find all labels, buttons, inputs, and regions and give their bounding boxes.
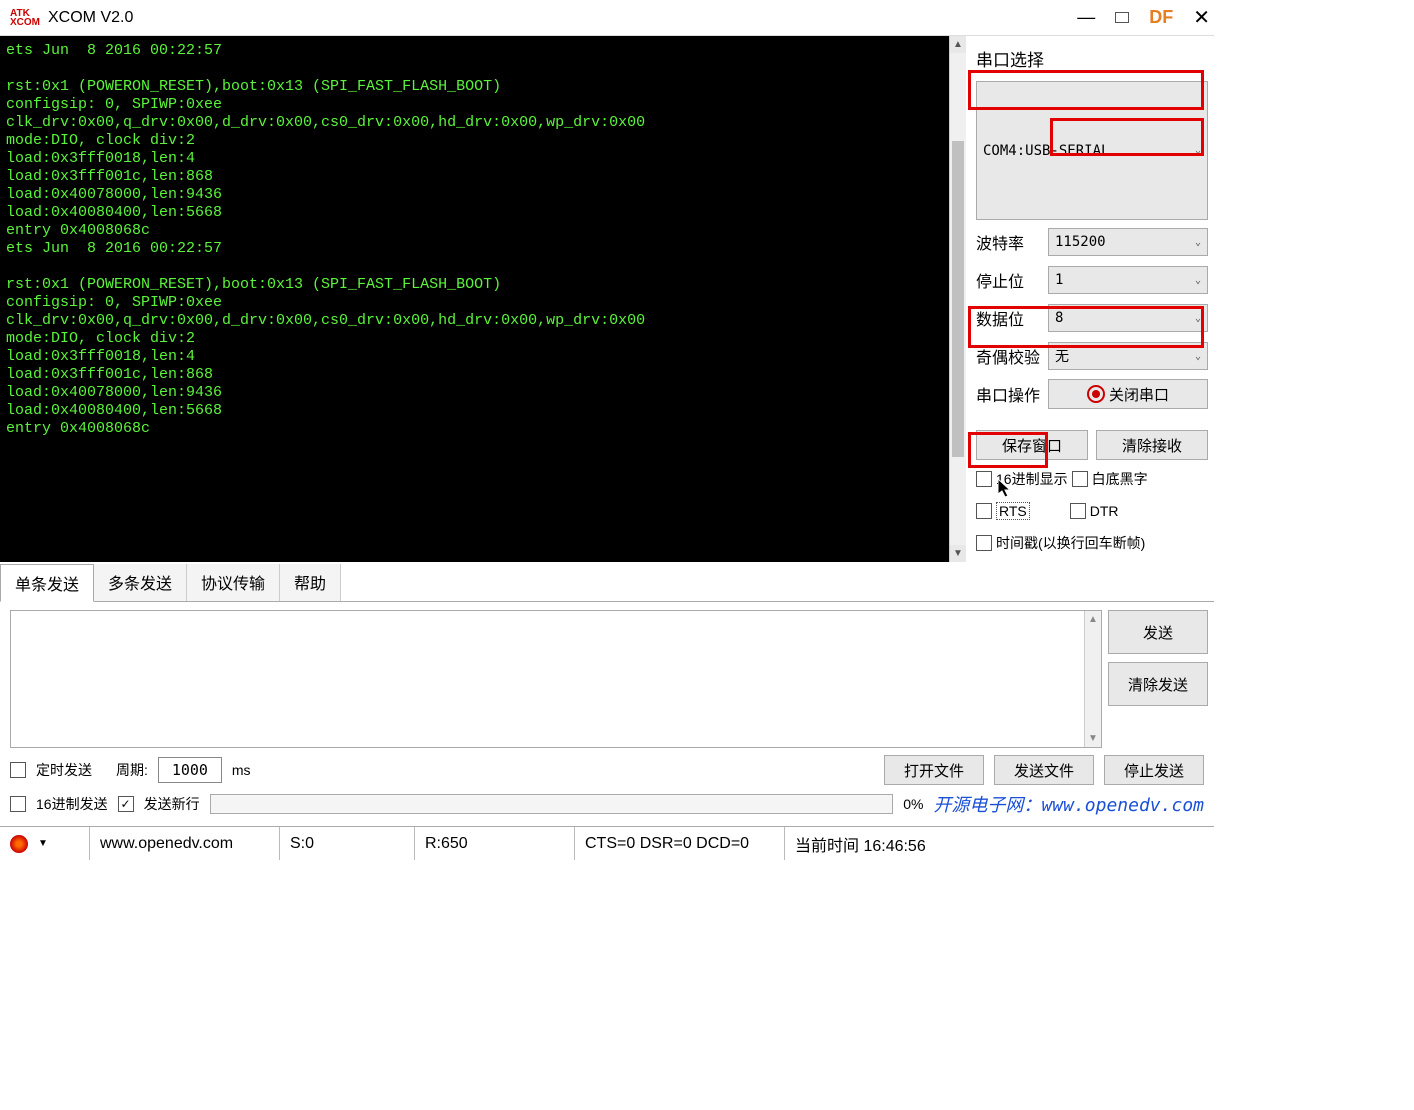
clear-recv-button[interactable]: 清除接收 bbox=[1096, 430, 1208, 460]
record-icon bbox=[1087, 385, 1105, 403]
maximize-button[interactable] bbox=[1115, 12, 1129, 23]
baud-value: 115200 bbox=[1055, 234, 1106, 250]
newline-label: 发送新行 bbox=[144, 794, 200, 814]
footer-link[interactable]: 开源电子网：www.openedv.com bbox=[933, 791, 1204, 817]
chevron-down-icon: ⌄ bbox=[1195, 351, 1201, 362]
scroll-up-icon[interactable]: ▲ bbox=[950, 36, 966, 53]
titlebar: ATKXCOM XCOM V2.0 — DF ✕ bbox=[0, 0, 1214, 36]
databits-value: 8 bbox=[1055, 310, 1063, 326]
hex-display-checkbox[interactable] bbox=[976, 471, 992, 487]
baud-label: 波特率 bbox=[976, 230, 1040, 254]
tab-bar: 单条发送 多条发送 协议传输 帮助 bbox=[0, 564, 1214, 602]
timestamp-label: 时间戳(以换行回车断帧) bbox=[996, 533, 1145, 553]
stop-send-button[interactable]: 停止发送 bbox=[1104, 755, 1204, 785]
rts-checkbox[interactable] bbox=[976, 503, 992, 519]
tab-protocol[interactable]: 协议传输 bbox=[187, 564, 280, 601]
port-section-title: 串口选择 bbox=[976, 46, 1208, 71]
timed-send-label: 定时发送 bbox=[36, 760, 92, 780]
stopbits-value: 1 bbox=[1055, 272, 1063, 288]
send-textarea[interactable]: ▲▼ bbox=[10, 610, 1102, 748]
close-port-button[interactable]: 关闭串口 bbox=[1048, 379, 1208, 409]
status-sent: S:0 bbox=[280, 827, 415, 860]
parity-label: 奇偶校验 bbox=[976, 344, 1040, 368]
timed-send-checkbox[interactable] bbox=[10, 762, 26, 778]
timestamp-checkbox[interactable] bbox=[976, 535, 992, 551]
databits-label: 数据位 bbox=[976, 306, 1040, 330]
tab-single-send[interactable]: 单条发送 bbox=[0, 564, 94, 602]
terminal-scrollbar[interactable]: ▲ ▼ bbox=[949, 36, 966, 562]
period-input[interactable] bbox=[158, 757, 222, 783]
status-recv: R:650 bbox=[415, 827, 575, 860]
port-op-label: 串口操作 bbox=[976, 382, 1040, 406]
chevron-down-icon: ⌄ bbox=[1195, 237, 1201, 248]
minimize-button[interactable]: — bbox=[1077, 7, 1095, 28]
white-bg-label: 白底黑字 bbox=[1092, 469, 1148, 489]
close-port-label: 关闭串口 bbox=[1109, 384, 1169, 405]
ms-label: ms bbox=[232, 762, 251, 778]
baud-select[interactable]: 115200 ⌄ bbox=[1048, 228, 1208, 256]
newline-checkbox[interactable] bbox=[118, 796, 134, 812]
progress-bar bbox=[210, 794, 894, 814]
hex-display-label: 16进制显示 bbox=[996, 469, 1068, 489]
send-scrollbar[interactable]: ▲▼ bbox=[1084, 611, 1101, 747]
clear-send-button[interactable]: 清除发送 bbox=[1108, 662, 1208, 706]
tab-multi-send[interactable]: 多条发送 bbox=[94, 564, 187, 601]
progress-percent: 0% bbox=[903, 796, 923, 812]
parity-select[interactable]: 无 ⌄ bbox=[1048, 342, 1208, 370]
white-bg-checkbox[interactable] bbox=[1072, 471, 1088, 487]
df-badge: DF bbox=[1149, 7, 1173, 28]
scroll-down-icon[interactable]: ▼ bbox=[950, 545, 966, 562]
rts-label: RTS bbox=[996, 502, 1030, 520]
status-record-icon[interactable] bbox=[10, 835, 28, 853]
chevron-down-icon: ⌄ bbox=[1195, 275, 1201, 286]
port-value: COM4:USB-SERIAL bbox=[983, 143, 1109, 159]
period-label: 周期: bbox=[116, 760, 148, 780]
save-window-button[interactable]: 保存窗口 bbox=[976, 430, 1088, 460]
close-button[interactable]: ✕ bbox=[1193, 5, 1210, 30]
status-url[interactable]: www.openedv.com bbox=[90, 827, 280, 860]
stopbits-select[interactable]: 1 ⌄ bbox=[1048, 266, 1208, 294]
dtr-label: DTR bbox=[1090, 503, 1119, 519]
tab-help[interactable]: 帮助 bbox=[280, 564, 341, 601]
terminal-area: ets Jun 8 2016 00:22:57 rst:0x1 (POWERON… bbox=[0, 36, 966, 562]
stopbits-label: 停止位 bbox=[976, 268, 1040, 292]
status-bar: ▼ www.openedv.com S:0 R:650 CTS=0 DSR=0 … bbox=[0, 826, 1214, 860]
side-panel: 串口选择 COM4:USB-SERIAL ⌄ 波特率 115200 ⌄ 停止位 … bbox=[966, 36, 1214, 562]
status-flags: CTS=0 DSR=0 DCD=0 bbox=[575, 827, 785, 860]
port-select[interactable]: COM4:USB-SERIAL ⌄ bbox=[976, 81, 1208, 220]
send-file-button[interactable]: 发送文件 bbox=[994, 755, 1094, 785]
databits-select[interactable]: 8 ⌄ bbox=[1048, 304, 1208, 332]
hex-send-label: 16进制发送 bbox=[36, 794, 108, 814]
status-dropdown-icon[interactable]: ▼ bbox=[38, 838, 48, 849]
send-button[interactable]: 发送 bbox=[1108, 610, 1208, 654]
status-time: 当前时间 16:46:56 bbox=[785, 827, 1214, 860]
parity-value: 无 bbox=[1055, 346, 1069, 366]
window-title: XCOM V2.0 bbox=[48, 9, 1077, 27]
chevron-down-icon: ⌄ bbox=[1195, 145, 1201, 156]
terminal-output[interactable]: ets Jun 8 2016 00:22:57 rst:0x1 (POWERON… bbox=[0, 36, 949, 562]
dtr-checkbox[interactable] bbox=[1070, 503, 1086, 519]
scroll-thumb[interactable] bbox=[952, 141, 964, 457]
hex-send-checkbox[interactable] bbox=[10, 796, 26, 812]
chevron-down-icon: ⌄ bbox=[1195, 313, 1201, 324]
app-logo: ATKXCOM bbox=[10, 9, 40, 27]
open-file-button[interactable]: 打开文件 bbox=[884, 755, 984, 785]
